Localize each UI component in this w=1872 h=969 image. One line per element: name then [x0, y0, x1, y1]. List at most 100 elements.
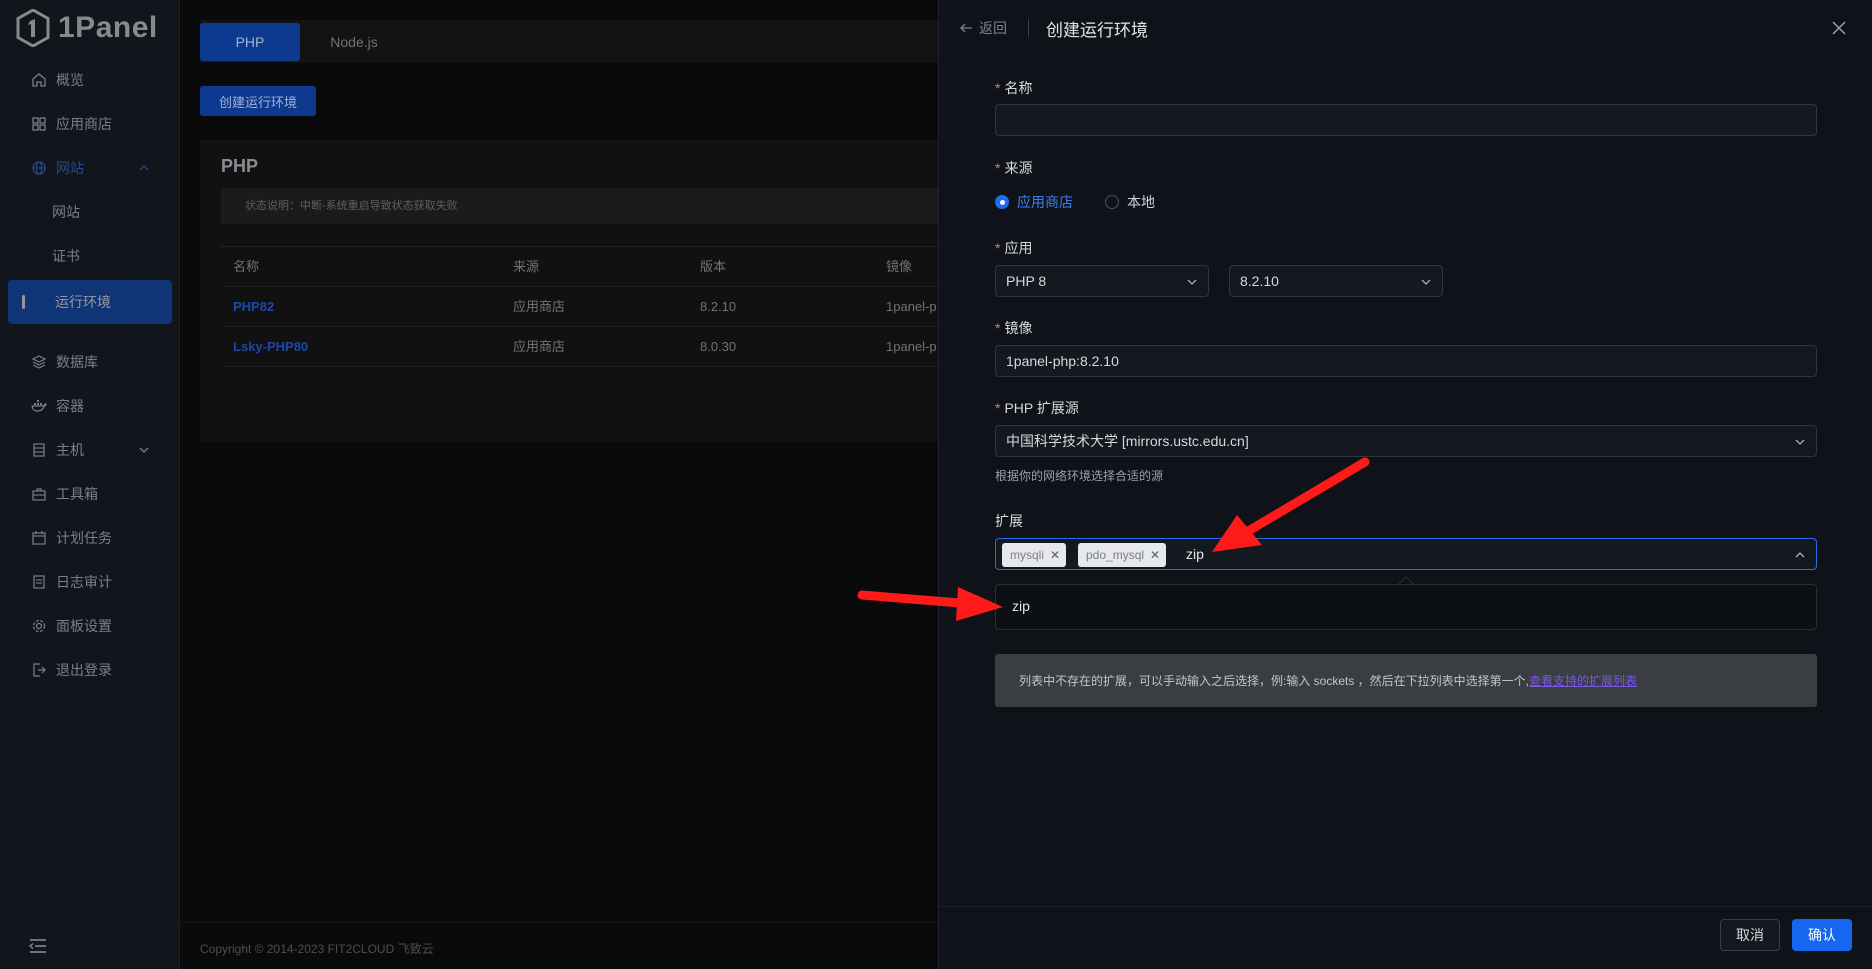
confirm-button[interactable]: 确认 — [1792, 919, 1852, 951]
extension-tag-label: pdo_mysql — [1086, 548, 1145, 562]
sidebar-item-app-store[interactable]: 应用商店 — [8, 102, 172, 146]
sidebar-item-runtime[interactable]: 运行环境 — [8, 280, 172, 324]
copyright-text: Copyright © 2014-2023 FIT2CLOUD 飞致云 — [200, 942, 434, 956]
sidebar-item-overview[interactable]: 概览 — [8, 58, 172, 102]
runtime-name-link[interactable]: PHP82 — [233, 287, 274, 327]
active-indicator — [22, 295, 25, 309]
sidebar-item-container[interactable]: 容器 — [8, 384, 172, 428]
tag-close-icon[interactable]: ✕ — [1050, 548, 1060, 562]
back-label: 返回 — [979, 20, 1007, 36]
source-option-label[interactable]: 应用商店 — [1017, 192, 1073, 212]
column-header: 版本 — [700, 259, 727, 274]
sidebar-item-database[interactable]: 数据库 — [8, 340, 172, 384]
sidebar-item-certificate[interactable]: 证书 — [8, 234, 172, 278]
toolbox-icon — [30, 485, 48, 503]
drawer-title: 创建运行环境 — [1046, 21, 1148, 40]
sidebar-item-host[interactable]: 主机 — [8, 428, 172, 472]
chevron-down-icon — [1187, 279, 1197, 285]
status-notice: 状态说明：中断-系统重启导致状态获取失败 — [221, 188, 938, 224]
logout-icon — [30, 661, 48, 679]
collapse-menu-icon[interactable] — [28, 936, 48, 956]
server-icon — [30, 441, 48, 459]
close-icon[interactable] — [1829, 18, 1849, 38]
logo[interactable]: 1Panel — [16, 8, 158, 48]
sidebar-item-settings[interactable]: 面板设置 — [8, 604, 172, 648]
home-icon — [30, 71, 48, 89]
gear-icon — [30, 617, 48, 635]
globe-icon — [30, 159, 48, 177]
extension-info-box: 列表中不存在的扩展，可以手动输入之后选择，例:输入 sockets ，然后在下拉… — [995, 654, 1817, 707]
table-cell: 1panel-p — [886, 339, 937, 354]
sidebar-item-label: 网站 — [52, 204, 80, 220]
ext-source-select[interactable]: 中国科学技术大学 [mirrors.ustc.edu.cn] — [995, 425, 1817, 457]
docker-icon — [30, 397, 48, 415]
runtime-tabs: PHP Node.js — [200, 20, 938, 62]
header-divider — [1028, 19, 1029, 37]
image-input[interactable]: 1panel-php:8.2.10 — [995, 345, 1817, 377]
table-cell: 8.0.30 — [700, 339, 737, 354]
table-cell: 1panel-p — [886, 299, 937, 314]
extension-list-link[interactable]: 查看支持的扩展列表 — [1529, 674, 1637, 688]
sidebar-item-website-group[interactable]: 网站 — [8, 146, 172, 190]
chevron-down-icon — [1421, 279, 1431, 285]
table-row: PHP82 应用商店 8.2.10 1panel-p — [221, 287, 938, 327]
runtime-card: PHP 状态说明：中断-系统重启导致状态获取失败 名称 来源 版本 镜像 PHP… — [200, 140, 938, 442]
app-select-value: PHP 8 — [1006, 273, 1047, 289]
sidebar-item-logout[interactable]: 退出登录 — [8, 648, 172, 692]
sidebar-item-label: 数据库 — [56, 354, 98, 370]
sidebar-item-label: 概览 — [56, 72, 84, 88]
extension-dropdown: zip — [995, 584, 1817, 630]
tag-close-icon[interactable]: ✕ — [1150, 548, 1160, 562]
sidebar-item-label: 日志审计 — [56, 574, 112, 590]
source-radio-appstore[interactable] — [995, 195, 1009, 209]
runtime-name-link[interactable]: Lsky-PHP80 — [233, 327, 308, 367]
column-header: 镜像 — [886, 259, 913, 274]
version-select[interactable]: 8.2.10 — [1229, 265, 1443, 297]
chevron-up-icon — [139, 165, 149, 171]
sidebar-item-label: 运行环境 — [55, 294, 111, 310]
sidebar-item-cron[interactable]: 计划任务 — [8, 516, 172, 560]
tab-nodejs[interactable]: Node.js — [310, 23, 398, 61]
name-input[interactable] — [995, 104, 1817, 136]
column-header: 来源 — [513, 259, 540, 274]
cancel-button[interactable]: 取消 — [1720, 919, 1780, 951]
chevron-up-icon — [1795, 552, 1805, 558]
tab-php[interactable]: PHP — [200, 23, 300, 61]
source-radio-group: 应用商店 本地 — [995, 192, 1155, 212]
logo-text: 1Panel — [58, 11, 158, 44]
source-option-label[interactable]: 本地 — [1127, 192, 1155, 212]
column-header: 名称 — [233, 259, 260, 274]
extension-search-input[interactable]: zip — [1186, 539, 1204, 569]
sidebar-item-label: 计划任务 — [56, 530, 112, 546]
ext-source-value: 中国科学技术大学 [mirrors.ustc.edu.cn] — [1006, 433, 1249, 449]
source-label: * 来源 — [995, 160, 1033, 176]
calendar-icon — [30, 529, 48, 547]
sidebar-item-logs[interactable]: 日志审计 — [8, 560, 172, 604]
layers-icon — [30, 353, 48, 371]
sidebar-item-label: 应用商店 — [56, 116, 112, 132]
sidebar: 1Panel 概览 应用商店 网站 网站 证书 运行环境 数据库 容器 主机 工… — [0, 0, 180, 969]
sidebar-item-toolbox[interactable]: 工具箱 — [8, 472, 172, 516]
extension-info-text: 列表中不存在的扩展，可以手动输入之后选择，例:输入 sockets ，然后在下拉… — [1019, 674, 1638, 688]
page-footer: Copyright © 2014-2023 FIT2CLOUD 飞致云 — [180, 922, 938, 969]
drawer-header: 返回 创建运行环境 — [939, 0, 1872, 56]
arrow-left-icon — [960, 23, 972, 33]
sidebar-item-website[interactable]: 网站 — [8, 190, 172, 234]
dropdown-option[interactable]: zip — [1012, 598, 1030, 614]
sidebar-item-label: 工具箱 — [56, 486, 98, 502]
extensions-label: 扩展 — [995, 513, 1023, 529]
chevron-down-icon — [139, 447, 149, 453]
create-runtime-button[interactable]: 创建运行环境 — [200, 86, 316, 116]
table-cell: 应用商店 — [513, 339, 566, 354]
sidebar-item-label: 主机 — [56, 442, 84, 458]
create-runtime-drawer: 返回 创建运行环境 * 名称 * 来源 应用商店 本地 * 应用 PHP 8 8.2.… — [938, 0, 1872, 969]
ext-source-label: * PHP 扩展源 — [995, 400, 1079, 416]
app-select[interactable]: PHP 8 — [995, 265, 1209, 297]
image-label: * 镜像 — [995, 320, 1033, 336]
name-label: * 名称 — [995, 80, 1033, 96]
back-button[interactable]: 返回 — [959, 18, 1007, 38]
table-cell: 应用商店 — [513, 299, 566, 314]
extensions-multiselect[interactable]: mysqli ✕ pdo_mysql ✕ zip — [995, 538, 1817, 570]
source-radio-local[interactable] — [1105, 195, 1119, 209]
apps-grid-icon — [30, 115, 48, 133]
